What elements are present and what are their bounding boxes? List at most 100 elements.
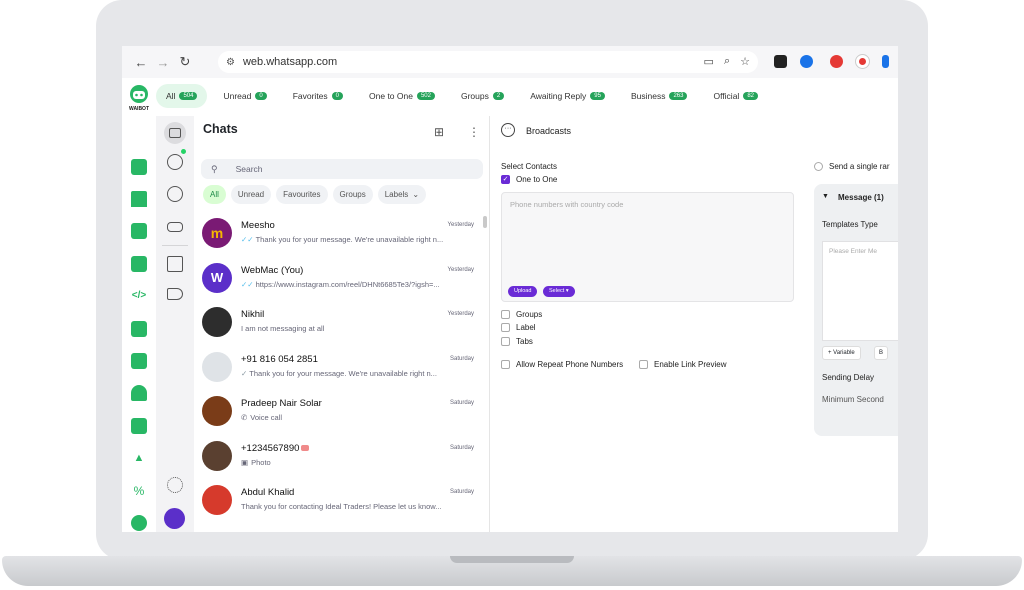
groups-checkbox[interactable] — [501, 310, 510, 319]
chip-groups[interactable]: Groups — [332, 185, 373, 204]
chat-row[interactable]: W WebMac (You) ✓✓ https://www.instagram.c… — [194, 258, 482, 303]
tabs-checkbox[interactable] — [501, 337, 510, 346]
avatar[interactable] — [164, 508, 185, 529]
percent-icon[interactable]: % — [131, 483, 147, 499]
chat-filter-chips: All Unread Favourites Groups Labels ⌄ — [203, 185, 427, 204]
scrollbar[interactable] — [483, 216, 487, 228]
caret-down-icon[interactable]: ▼ — [822, 193, 829, 200]
search-icon: ⚲ — [211, 163, 218, 174]
laptop-notch — [450, 556, 574, 563]
chat-row[interactable]: Pradeep Nair Solar ✆ Voice call Saturday — [194, 391, 482, 436]
select-button[interactable]: Select ▾ — [543, 286, 575, 297]
back-icon[interactable]: ← — [130, 55, 152, 70]
extension-icon[interactable] — [774, 55, 787, 68]
tab-business[interactable]: Business 263 — [621, 84, 698, 108]
code-icon[interactable]: </> — [131, 288, 147, 304]
chip-all[interactable]: All — [203, 185, 226, 204]
tab-count-badge: 95 — [590, 92, 605, 100]
tab-awaiting-reply[interactable]: Awaiting Reply 95 — [520, 84, 615, 108]
status-dot — [181, 149, 186, 154]
extension-icon[interactable] — [800, 55, 813, 68]
chat-preview-text: Photo — [251, 457, 271, 467]
message-card: ▼ Message (1) Templates Type Please Ente… — [814, 184, 898, 436]
chat-preview-text: Voice call — [250, 413, 282, 422]
bookmark-star-icon[interactable]: ☆ — [740, 55, 750, 68]
chat-preview-text: Thank you for contacting Ideal Traders! … — [241, 502, 442, 511]
tab-official[interactable]: Official 82 — [703, 84, 768, 108]
chat-name: Abdul Khalid — [241, 487, 295, 498]
waibot-logo-icon — [130, 85, 148, 103]
upload-button[interactable]: Upload — [508, 286, 538, 297]
one-to-one-checkbox[interactable]: ✓ — [501, 175, 510, 184]
tab-groups[interactable]: Groups 2 — [451, 84, 514, 108]
extension-icon[interactable] — [882, 55, 889, 68]
tab-one-to-one[interactable]: One to One 502 — [359, 84, 445, 108]
chip-favourites[interactable]: Favourites — [276, 185, 328, 204]
tab-unread[interactable]: Unread 0 — [213, 84, 276, 108]
store-icon[interactable] — [167, 256, 183, 272]
status-icon[interactable] — [167, 154, 183, 170]
check-icon: ✓ — [241, 368, 248, 378]
chip-label: Unread — [237, 190, 265, 199]
chat-icon[interactable] — [131, 159, 147, 175]
chat-row[interactable]: +91 816 054 2851 ✓ Thank you for your mes… — [194, 347, 482, 392]
extension-icon[interactable] — [856, 55, 869, 68]
profile-icon[interactable] — [131, 515, 147, 531]
site-settings-icon[interactable]: ⚙ — [226, 57, 235, 68]
tab-label: Favorites — [292, 91, 328, 101]
communities-icon[interactable] — [167, 222, 183, 232]
emoji-icon — [301, 444, 310, 451]
channels-icon[interactable] — [167, 186, 183, 202]
broadcast-icon: ··· — [501, 123, 515, 137]
templates-type-label: Templates Type — [822, 220, 878, 229]
chat-row[interactable]: Nikhil I am not messaging at all Yesterd… — [194, 302, 482, 347]
document-icon[interactable] — [131, 223, 147, 239]
megaphone-icon[interactable] — [167, 288, 183, 300]
chip-unread[interactable]: Unread — [230, 185, 272, 204]
tab-count-badge: 82 — [743, 92, 758, 100]
allow-repeat-checkbox[interactable] — [501, 360, 510, 369]
avatar — [202, 307, 232, 337]
photo-icon: ▣ — [241, 457, 249, 467]
chat-row[interactable]: m Meesho ✓✓ Thank you for your message. W… — [194, 213, 482, 258]
extension-icon[interactable] — [830, 55, 843, 68]
add-variable-button[interactable]: + Variable — [822, 346, 861, 360]
chat-row[interactable]: Abdul Khalid Thank you for contacting Id… — [194, 480, 482, 525]
tab-favorites[interactable]: Favorites 0 — [283, 84, 353, 108]
sending-delay-label: Sending Delay — [822, 373, 875, 382]
tab-label: Groups — [460, 91, 489, 101]
tab-label: One to One — [369, 91, 413, 101]
settings-icon[interactable] — [167, 477, 183, 493]
zoom-icon[interactable]: ⌕ — [724, 55, 730, 68]
template-message-input[interactable]: Please Enter Me — [822, 241, 898, 341]
chat-row[interactable]: +1234567890 ▣ Photo Saturday — [194, 436, 482, 481]
tab-all[interactable]: All 504 — [156, 84, 208, 108]
url-text: web.whatsapp.com — [242, 56, 338, 68]
reload-icon[interactable]: ↻ — [174, 54, 196, 70]
report-icon[interactable] — [131, 353, 147, 369]
search-input[interactable]: ⚲ Search — [201, 159, 483, 179]
menu-dots-icon[interactable]: ⋮ — [468, 125, 480, 139]
filter-tabs: All 504 Unread 0 Favorites 0 One to One … — [156, 82, 898, 110]
phone-numbers-input[interactable]: Phone numbers with country code Upload S… — [501, 192, 794, 302]
link-preview-checkbox[interactable] — [639, 360, 648, 369]
calendar-icon[interactable] — [131, 321, 147, 337]
contacts-icon[interactable] — [131, 256, 147, 272]
send-single-radio[interactable] — [814, 162, 823, 171]
forward-icon[interactable]: → — [152, 55, 174, 70]
bold-button[interactable]: B — [874, 346, 888, 360]
chat-name: WebMac (You) — [241, 264, 304, 276]
chat-preview-text: Thank you for your message. We're unavai… — [255, 235, 444, 244]
folder-icon[interactable] — [131, 418, 147, 434]
new-chat-icon[interactable]: ⊞ — [434, 125, 444, 139]
label-checkbox[interactable] — [501, 323, 510, 332]
shapes-icon[interactable]: ▲ — [131, 450, 147, 466]
bookmark-icon[interactable] — [131, 191, 147, 207]
address-bar[interactable]: ⚙ web.whatsapp.com ▭ ⌕ ☆ — [218, 51, 758, 73]
message-header[interactable]: Message (1) — [838, 193, 884, 202]
bell-icon[interactable] — [131, 385, 147, 401]
chat-name-text: +1234567890 — [241, 442, 300, 454]
chip-labels[interactable]: Labels ⌄ — [377, 185, 427, 204]
chat-preview-text: https://www.instagram.com/reel/DHNt6685T… — [255, 279, 440, 289]
install-app-icon[interactable]: ▭ — [704, 55, 714, 68]
